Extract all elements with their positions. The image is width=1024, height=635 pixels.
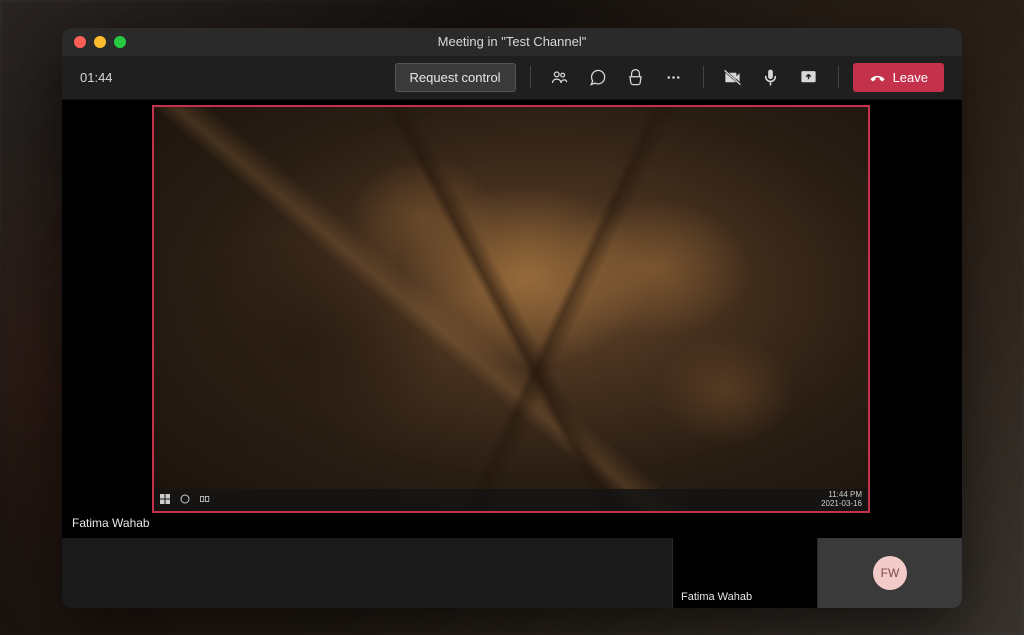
toolbar-separator <box>838 66 839 88</box>
window-title: Meeting in "Test Channel" <box>62 34 962 49</box>
mic-icon <box>761 68 780 87</box>
call-timer: 01:44 <box>80 70 113 85</box>
shared-screen-frame[interactable]: 11:44 PM 2021-03-16 <box>152 105 870 513</box>
shared-taskbar-date: 2021-03-16 <box>821 500 862 509</box>
meeting-window: Meeting in "Test Channel" 01:44 Request … <box>62 28 962 608</box>
meeting-toolbar: 01:44 Request control Leave <box>62 56 962 100</box>
participant-tile-remote[interactable]: Fatima Wahab <box>672 538 817 608</box>
request-control-button[interactable]: Request control <box>395 63 516 92</box>
meeting-content: Fatima Wahab 11:44 PM 2021-03-16 <box>62 100 962 538</box>
close-window-button[interactable] <box>74 36 86 48</box>
more-actions-button[interactable] <box>659 62 689 92</box>
leave-button-label: Leave <box>893 70 928 85</box>
leave-button[interactable]: Leave <box>853 63 944 92</box>
hangup-icon <box>869 69 886 86</box>
shared-screen-content <box>154 107 868 511</box>
participant-name: Fatima Wahab <box>681 591 752 603</box>
avatar: FW <box>873 556 907 590</box>
participant-tiles: Fatima Wahab FW <box>62 538 962 608</box>
minimize-window-button[interactable] <box>94 36 106 48</box>
more-icon <box>664 68 683 87</box>
participants-icon <box>550 68 569 87</box>
camera-toggle-button[interactable] <box>718 62 748 92</box>
toolbar-separator <box>530 66 531 88</box>
presenter-name-label: Fatima Wahab <box>72 516 150 530</box>
chat-icon <box>588 68 607 87</box>
maximize-window-button[interactable] <box>114 36 126 48</box>
task-view-icon <box>200 494 210 506</box>
share-icon <box>799 68 818 87</box>
mic-toggle-button[interactable] <box>756 62 786 92</box>
toolbar-separator <box>703 66 704 88</box>
window-controls <box>74 36 126 48</box>
chat-button[interactable] <box>583 62 613 92</box>
shared-taskbar: 11:44 PM 2021-03-16 <box>154 489 868 511</box>
participant-tile-self[interactable]: FW <box>817 538 962 608</box>
titlebar: Meeting in "Test Channel" <box>62 28 962 56</box>
camera-off-icon <box>723 68 742 87</box>
cortana-icon <box>180 494 190 506</box>
share-screen-button[interactable] <box>794 62 824 92</box>
reactions-icon <box>626 68 645 87</box>
windows-start-icon <box>160 494 170 506</box>
participants-button[interactable] <box>545 62 575 92</box>
reactions-button[interactable] <box>621 62 651 92</box>
